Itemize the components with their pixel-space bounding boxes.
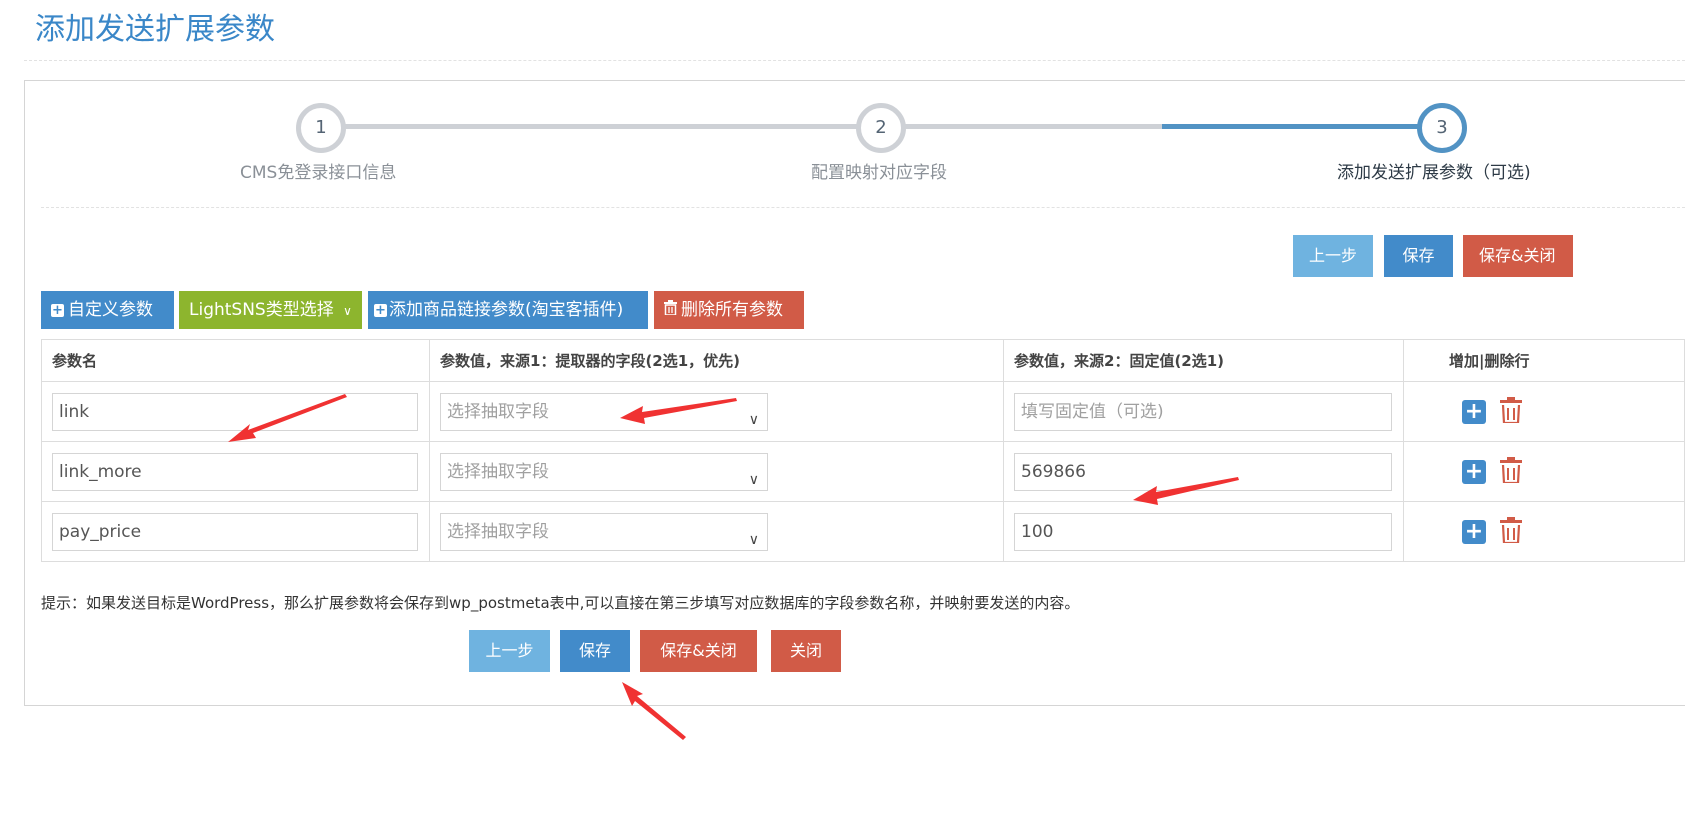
hint-text: 提示：如果发送目标是WordPress，那么扩展参数将会保存到wp_postme…	[41, 594, 1080, 612]
plus-square-icon: +	[374, 302, 387, 318]
add-row-icon[interactable]: +	[1462, 399, 1486, 424]
step-line-2b	[1162, 124, 1442, 129]
chevron-down-icon: ∨	[343, 304, 352, 318]
params-table: 参数名 参数值，来源1：提取器的字段(2选1，优先) 参数值，来源2：固定值(2…	[41, 339, 1685, 562]
delete-all-label: 删除所有参数	[681, 300, 783, 320]
page-title: 添加发送扩展参数	[35, 12, 275, 47]
step-2-circle[interactable]: 2	[856, 103, 906, 153]
save-button-top[interactable]: 保存	[1384, 235, 1453, 277]
delete-all-button[interactable]: 删除所有参数	[654, 291, 804, 329]
save-close-button-top[interactable]: 保存&关闭	[1463, 235, 1573, 277]
chevron-down-icon: ∨	[748, 531, 759, 548]
field-select[interactable]: 选择抽取字段 ∨	[440, 392, 768, 431]
field-select[interactable]: 选择抽取字段 ∨	[440, 512, 768, 551]
param-name-input[interactable]: pay_price	[52, 512, 418, 551]
param-name-input[interactable]: link	[52, 392, 418, 431]
plus-square-icon: +	[51, 302, 64, 318]
close-button[interactable]: 关闭	[771, 630, 841, 672]
step-2-label: 配置映射对应字段	[811, 163, 947, 183]
header-source-1: 参数值，来源1：提取器的字段(2选1，优先)	[429, 339, 1004, 382]
table-row: link 选择抽取字段 ∨ 填写固定值（可选) +	[41, 381, 1685, 442]
prev-step-button[interactable]: 上一步	[469, 630, 550, 672]
prev-step-button-top[interactable]: 上一步	[1293, 235, 1373, 277]
fixed-value-input[interactable]: 100	[1014, 512, 1392, 551]
add-row-icon[interactable]: +	[1462, 459, 1486, 484]
field-select-value: 选择抽取字段	[447, 401, 549, 422]
step-3-circle[interactable]: 3	[1417, 103, 1467, 153]
add-goods-link-label: 添加商品链接参数(淘宝客插件)	[389, 300, 624, 320]
step-line-1	[340, 124, 880, 129]
step-3-label: 添加发送扩展参数（可选)	[1337, 163, 1531, 183]
field-select[interactable]: 选择抽取字段 ∨	[440, 452, 768, 491]
lightsns-label: LightSNS类型选择	[189, 300, 334, 320]
param-name-input[interactable]: link_more	[52, 452, 418, 491]
chevron-down-icon: ∨	[748, 411, 759, 428]
title-divider	[24, 60, 1685, 61]
add-row-icon[interactable]: +	[1462, 519, 1486, 544]
fixed-value-input[interactable]: 填写固定值（可选)	[1014, 392, 1392, 431]
delete-row-icon[interactable]	[1500, 516, 1522, 547]
field-select-value: 选择抽取字段	[447, 461, 549, 482]
field-select-value: 选择抽取字段	[447, 521, 549, 542]
save-button[interactable]: 保存	[560, 630, 630, 672]
fixed-value-input[interactable]: 569866	[1014, 452, 1392, 491]
header-param-name: 参数名	[41, 339, 430, 382]
table-row: link_more 选择抽取字段 ∨ 569866 +	[41, 441, 1685, 502]
save-close-button[interactable]: 保存&关闭	[640, 630, 757, 672]
header-source-2: 参数值，来源2：固定值(2选1)	[1003, 339, 1404, 382]
table-row: pay_price 选择抽取字段 ∨ 100 +	[41, 501, 1685, 562]
add-goods-link-button[interactable]: + 添加商品链接参数(淘宝客插件)	[368, 291, 648, 329]
custom-param-button[interactable]: + 自定义参数	[41, 291, 174, 329]
table-header-row: 参数名 参数值，来源1：提取器的字段(2选1，优先) 参数值，来源2：固定值(2…	[41, 339, 1685, 382]
steps-divider	[41, 207, 1685, 208]
step-1-circle[interactable]: 1	[296, 103, 346, 153]
lightsns-type-dropdown[interactable]: LightSNS类型选择 ∨	[179, 291, 362, 329]
header-actions: 增加|删除行	[1403, 339, 1685, 382]
trash-icon	[664, 291, 677, 329]
chevron-down-icon: ∨	[748, 471, 759, 488]
custom-param-label: 自定义参数	[68, 300, 153, 320]
step-1-label: CMS免登录接口信息	[240, 163, 397, 183]
step-line-2a	[900, 124, 1162, 129]
delete-row-icon[interactable]	[1500, 456, 1522, 487]
delete-row-icon[interactable]	[1500, 396, 1522, 427]
